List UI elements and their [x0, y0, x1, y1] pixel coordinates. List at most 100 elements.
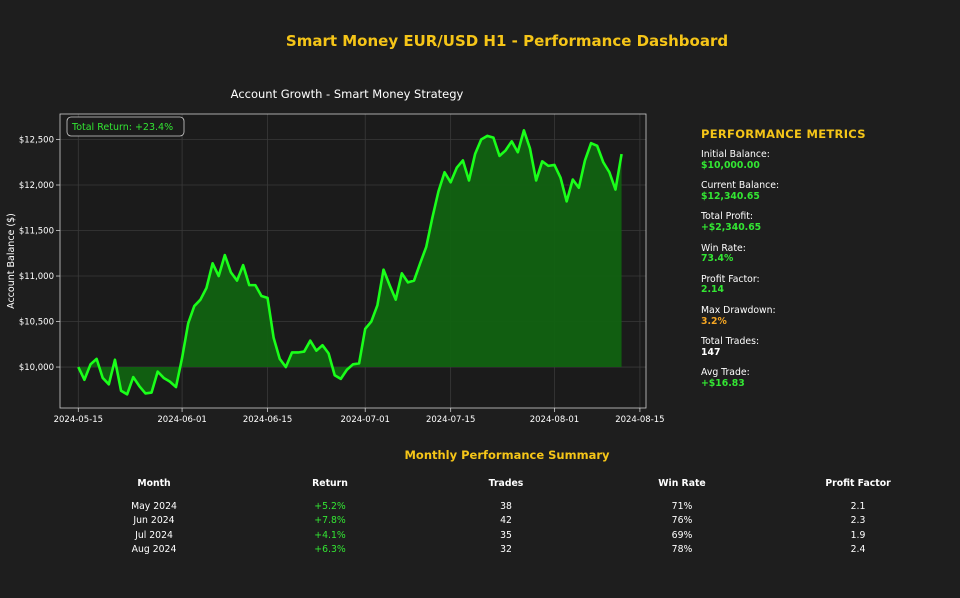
data-point — [474, 153, 476, 155]
data-point — [438, 191, 440, 193]
data-point — [425, 246, 427, 248]
metric-item: Win Rate: 73.4% — [701, 242, 941, 265]
metric-item: Total Profit: +$2,340.65 — [701, 212, 941, 233]
table-cell: May 2024 — [131, 500, 177, 512]
data-point — [90, 364, 92, 366]
data-point — [505, 150, 507, 152]
data-point — [132, 376, 134, 378]
x-tick-label: 2024-07-01 — [341, 415, 390, 425]
data-point — [560, 177, 562, 179]
data-point — [596, 145, 598, 147]
summary-column-header: Return — [312, 478, 348, 489]
y-axis-label: Account Balance ($) — [6, 213, 17, 309]
summary-column-header: Profit Factor — [825, 478, 891, 489]
table-cell: +4.1% — [314, 529, 346, 541]
data-point — [261, 295, 263, 297]
metric-value: $10,000.00 — [701, 159, 760, 171]
metric-label: Total Trades: — [701, 336, 760, 348]
metric-label: Profit Factor: — [701, 273, 760, 285]
table-cell: 78% — [671, 544, 693, 556]
account-growth-chart: 2024-05-15 2024-06-01 2024-06-15 2024-07-01… — [6, 87, 665, 425]
data-point — [334, 374, 336, 376]
x-tick-label: 2024-06-15 — [243, 415, 292, 425]
y-tick-label: $10,000 — [19, 363, 54, 373]
metric-value: 73.4% — [701, 253, 734, 265]
table-row: Jun 2024 +7.8% 42 76% 2.3 — [66, 514, 946, 529]
y-tick-label: $11,500 — [19, 227, 54, 237]
data-point — [169, 381, 171, 383]
data-point — [322, 344, 324, 346]
data-point — [267, 297, 269, 299]
table-cell: +7.8% — [314, 515, 346, 527]
data-point — [462, 160, 464, 162]
table-cell: +5.2% — [314, 500, 346, 512]
data-point — [346, 369, 348, 371]
metric-value: +$2,340.65 — [701, 221, 762, 233]
data-point — [572, 179, 574, 181]
metric-value: $12,340.65 — [701, 190, 760, 202]
data-point — [120, 390, 122, 392]
data-point — [541, 161, 543, 163]
data-point — [279, 358, 281, 360]
metric-item: Total Trades: 147 — [701, 337, 941, 358]
data-point — [242, 264, 244, 266]
x-tick-label: 2024-08-01 — [530, 415, 579, 425]
data-point — [255, 284, 257, 286]
data-point — [187, 323, 189, 325]
metrics-heading: PERFORMANCE METRICS — [701, 127, 866, 141]
table-cell: 38 — [500, 500, 512, 512]
data-point — [371, 321, 373, 323]
data-point — [273, 337, 275, 339]
data-point — [309, 340, 311, 342]
data-point — [486, 135, 488, 137]
data-point — [84, 379, 86, 381]
data-point — [535, 180, 537, 182]
metric-value: 147 — [701, 346, 721, 358]
summary-body: May 2024 +5.2% 38 71% 2.1 Jun 2024 +7.8% 42 76% 2… — [66, 499, 946, 557]
summary-column-header: Trades — [488, 478, 524, 489]
performance-metrics-panel: PERFORMANCE METRICS Initial Balance: $10,… — [701, 127, 941, 400]
metric-value: 2.14 — [701, 284, 724, 296]
summary-column-header: Win Rate — [658, 478, 706, 489]
data-point — [584, 160, 586, 162]
data-point — [248, 284, 250, 286]
data-point — [377, 304, 379, 306]
data-point — [163, 377, 165, 379]
metric-label: Initial Balance: — [701, 149, 770, 160]
data-point — [432, 217, 434, 219]
metric-label: Win Rate: — [701, 242, 746, 254]
metric-value: 3.2% — [701, 315, 727, 327]
data-point — [523, 130, 525, 132]
data-point — [401, 272, 403, 274]
data-point — [108, 384, 110, 386]
data-point — [181, 357, 183, 359]
x-tick-label: 2024-08-15 — [615, 415, 664, 425]
data-point — [145, 393, 147, 395]
data-point — [212, 262, 214, 264]
data-point — [291, 352, 293, 354]
table-cell: 2.4 — [850, 544, 866, 556]
data-point — [590, 142, 592, 144]
x-tick-label: 2024-05-15 — [54, 415, 103, 425]
data-point — [340, 378, 342, 380]
x-tick-label: 2024-06-01 — [157, 415, 206, 425]
data-point — [609, 171, 611, 173]
y-tick-label: $11,000 — [19, 272, 54, 282]
data-point — [389, 284, 391, 286]
table-cell: +6.3% — [314, 544, 346, 556]
table-cell: 2.1 — [850, 500, 866, 512]
data-point — [285, 366, 287, 368]
data-point — [200, 299, 202, 301]
data-point — [358, 363, 360, 365]
monthly-summary-table: Month Return Trades Win Rate Profit Factor M… — [66, 478, 946, 557]
data-point — [554, 164, 556, 166]
chart-title: Account Growth - Smart Money Strategy — [231, 87, 464, 101]
data-point — [139, 385, 141, 387]
data-point — [480, 139, 482, 141]
metric-item: Max Drawdown: 3.2% — [701, 305, 941, 327]
data-point — [450, 181, 452, 183]
table-cell: 76% — [671, 515, 693, 527]
data-point — [157, 371, 159, 373]
table-cell: 1.9 — [850, 529, 866, 541]
data-point — [96, 358, 98, 360]
